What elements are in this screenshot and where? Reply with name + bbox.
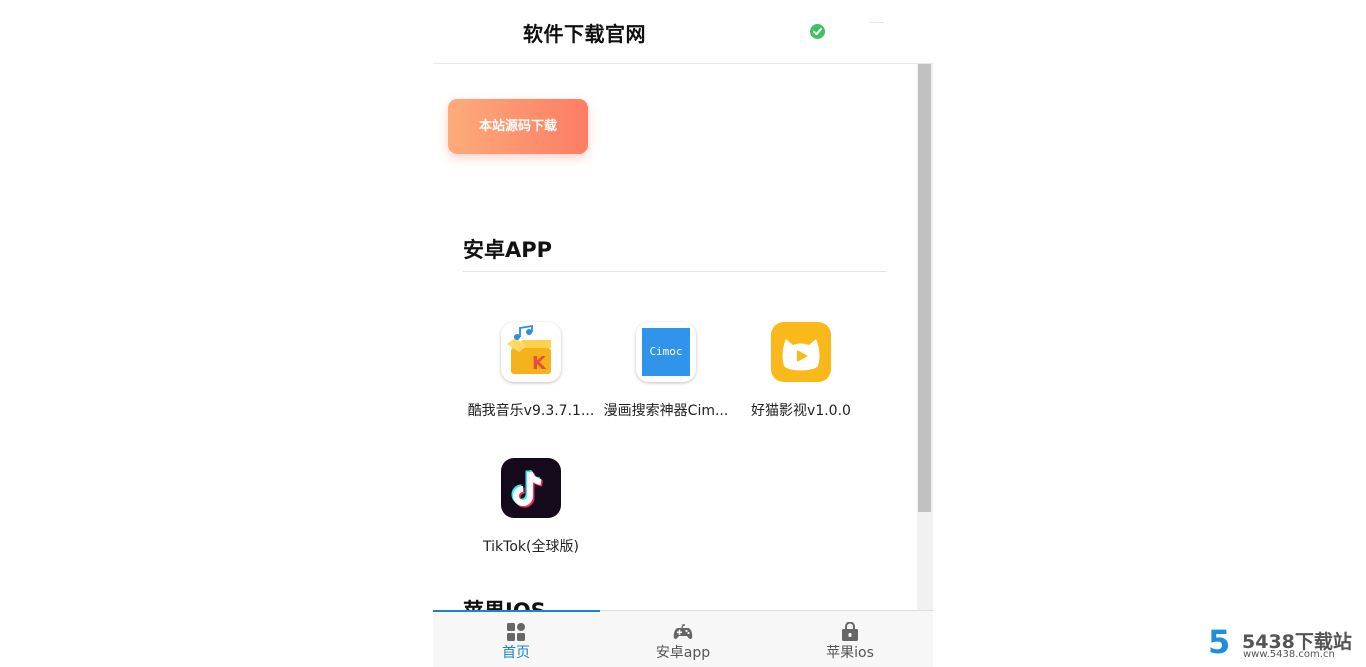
app-name[interactable]: 酷我音乐v9.3.7.1...: [461, 400, 601, 420]
gamepad-icon: [673, 624, 693, 640]
home-grid-icon: [507, 623, 525, 641]
header-divider: [870, 22, 884, 23]
lock-box-icon: [842, 622, 858, 641]
app-name[interactable]: 漫画搜索神器Cim...: [596, 400, 736, 420]
kuwo-music-icon[interactable]: K: [501, 322, 561, 382]
tab-android[interactable]: 安卓app: [600, 611, 766, 667]
app-item-tiktok[interactable]: TikTok(全球版): [461, 458, 601, 556]
site-watermark: 5 5438下载站 www.5438.com.cn: [1208, 625, 1358, 661]
tab-home[interactable]: 首页: [433, 611, 599, 667]
watermark-url: www.5438.com.cn: [1243, 649, 1335, 660]
svg-text:K: K: [532, 353, 547, 374]
header: 软件下载官网: [433, 0, 933, 64]
tab-label: 安卓app: [655, 645, 711, 661]
bottom-tab-bar: 首页 安卓app 苹果ios: [433, 610, 933, 667]
haomao-video-icon[interactable]: [771, 322, 831, 382]
cimoc-icon-label: Cimoc: [642, 328, 690, 376]
tab-label: 苹果ios: [826, 645, 874, 661]
mobile-page: 软件下载官网 本站源码下载 安卓APP K 酷我音乐v9.3.7.1... Ci…: [433, 0, 933, 667]
check-circle-icon: [810, 24, 825, 39]
tab-ios[interactable]: 苹果ios: [767, 611, 933, 667]
app-item-kuwo[interactable]: K 酷我音乐v9.3.7.1...: [461, 322, 601, 420]
cimoc-icon[interactable]: Cimoc: [636, 322, 696, 382]
page-title: 软件下载官网: [523, 22, 646, 46]
tab-label: 首页: [502, 645, 530, 661]
app-name[interactable]: 好猫影视v1.0.0: [731, 400, 871, 420]
scrollbar-thumb[interactable]: [918, 64, 931, 512]
section-title-ios: 苹果IOS: [463, 595, 546, 610]
tiktok-icon[interactable]: [501, 458, 561, 518]
app-name[interactable]: TikTok(全球版): [461, 536, 601, 556]
source-download-button[interactable]: 本站源码下载: [448, 99, 588, 154]
main-content: 本站源码下载 安卓APP K 酷我音乐v9.3.7.1... Cimoc 漫画搜…: [433, 64, 917, 610]
watermark-logo: 5: [1208, 623, 1231, 661]
section-title-android: 安卓APP: [463, 238, 553, 262]
section-divider: [463, 271, 886, 272]
app-item-haomao[interactable]: 好猫影视v1.0.0: [731, 322, 871, 420]
app-item-cimoc[interactable]: Cimoc 漫画搜索神器Cim...: [596, 322, 736, 420]
